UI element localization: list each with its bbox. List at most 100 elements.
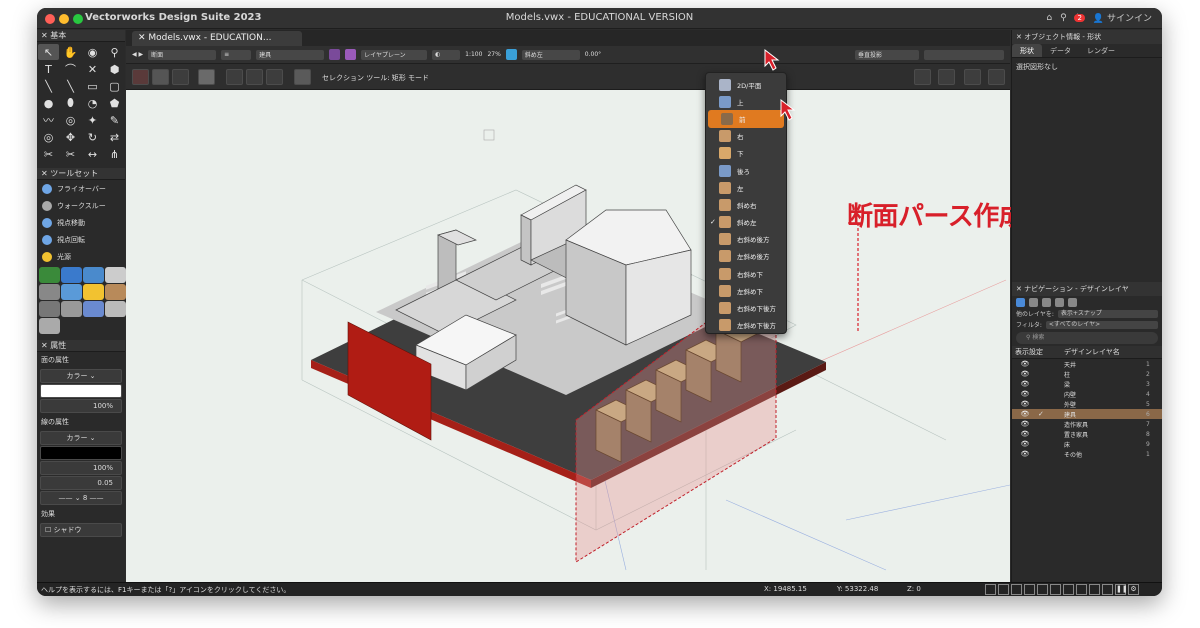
snap-3d-icon[interactable]	[1102, 584, 1113, 595]
mirror-tool-icon[interactable]: ⇄	[104, 129, 125, 145]
cabinet-icon[interactable]	[105, 284, 126, 300]
circle-tool-icon[interactable]: ●	[38, 95, 59, 111]
rounded-rect-tool-icon[interactable]: ▢	[104, 78, 125, 94]
selection-tool-icon[interactable]: ↖	[38, 44, 59, 60]
connect-tool-icon[interactable]: ✕	[82, 61, 103, 77]
render-select[interactable]	[924, 49, 1004, 60]
layer-row[interactable]: 👁 造作家具 7	[1012, 419, 1162, 429]
fill-color-swatch[interactable]	[40, 384, 122, 398]
view-select[interactable]: 斜め左	[521, 49, 580, 60]
snap-edge-icon[interactable]	[1063, 584, 1074, 595]
snap-intersection-icon[interactable]	[1024, 584, 1035, 595]
oval-tool-icon[interactable]: ⬮	[60, 95, 81, 111]
snap-object-icon[interactable]	[998, 584, 1009, 595]
dimension-tool-icon[interactable]: ↔	[82, 146, 103, 162]
box-icon[interactable]	[105, 301, 126, 317]
menu-item-iso-right[interactable]: 斜め右	[706, 196, 786, 213]
layer-row[interactable]: 👁 内壁 4	[1012, 389, 1162, 399]
slab-icon[interactable]	[61, 301, 82, 317]
projection-select[interactable]: 垂直投影	[855, 49, 919, 60]
layer-row[interactable]: 👁 置き家具 8	[1012, 429, 1162, 439]
eye-icon[interactable]: 👁	[1012, 440, 1038, 448]
tab-shape[interactable]: 形状	[1012, 44, 1042, 57]
wand-tool-icon[interactable]: ✦	[82, 112, 103, 128]
class-list-button[interactable]: ≡	[221, 49, 252, 60]
stair-icon[interactable]	[39, 301, 60, 317]
toolset-view-move[interactable]: 視点移動	[37, 214, 125, 231]
door-icon[interactable]	[61, 284, 82, 300]
line-style-select[interactable]: —— ⌄ 8 ——	[40, 491, 122, 505]
nav-back-icon[interactable]: ◀ ▶	[132, 51, 143, 58]
line-opacity[interactable]: 100%	[40, 461, 122, 475]
selection-settings-icon[interactable]	[294, 69, 311, 85]
water-icon[interactable]	[61, 267, 82, 283]
menu-item-bottom[interactable]: 下	[706, 145, 786, 162]
eye-icon[interactable]: 👁	[1012, 370, 1038, 378]
snap-tangent-icon[interactable]	[1076, 584, 1087, 595]
col-display-header[interactable]: 表示設定	[1012, 347, 1052, 357]
pause-icon[interactable]: ❚❚	[1115, 584, 1128, 595]
eye-icon[interactable]: 👁	[1012, 450, 1038, 458]
menu-item-front[interactable]: 前	[708, 110, 784, 128]
fill-opacity[interactable]: 100%	[40, 399, 122, 413]
arc-tool-icon[interactable]: ◔	[82, 95, 103, 111]
menu-item-iso-left[interactable]: ✓ 斜め左	[706, 214, 786, 231]
target-tool-icon[interactable]: ◎	[38, 129, 59, 145]
snap-angle-icon[interactable]	[1011, 584, 1022, 595]
layer-row[interactable]: 👁 天井 1	[1012, 359, 1162, 369]
line-color-swatch[interactable]	[40, 446, 122, 460]
trim-tool-icon[interactable]: ✂	[38, 146, 59, 162]
home-icon[interactable]: ⌂	[1046, 13, 1052, 23]
spiral-tool-icon[interactable]: ◎	[60, 112, 81, 128]
furniture-icon[interactable]	[105, 267, 126, 283]
tab-render[interactable]: レンダー	[1079, 44, 1123, 57]
layer-row[interactable]: 👁 梁 3	[1012, 379, 1162, 389]
rect-mode-icon[interactable]	[198, 69, 215, 85]
snap-grid-icon[interactable]	[985, 584, 996, 595]
tool-mode-2-icon[interactable]	[152, 69, 169, 85]
menu-item-iso-left-back[interactable]: 左斜め後方	[706, 248, 786, 265]
line-tool-icon[interactable]: ╲	[38, 78, 59, 94]
tools-icon[interactable]	[83, 301, 104, 317]
scale-readout[interactable]: 1:100	[465, 51, 482, 58]
eye-icon[interactable]: 👁	[1012, 400, 1038, 408]
polygon-tool-icon[interactable]: ⬟	[104, 95, 125, 111]
layer2-icon[interactable]	[345, 49, 357, 60]
layer-row[interactable]: 👁 床 9	[1012, 439, 1162, 449]
other-layers-select[interactable]: 表示+スナップ	[1057, 309, 1158, 318]
gear-icon[interactable]: ⚙	[1128, 584, 1139, 595]
toolset-flyover[interactable]: フライオーバー	[37, 180, 125, 197]
eye-icon[interactable]: 👁	[1012, 380, 1038, 388]
view-3d-icon[interactable]	[505, 49, 517, 60]
nav-sheets-icon[interactable]	[1042, 298, 1051, 307]
gear-icon[interactable]	[39, 318, 60, 334]
menu-item-right[interactable]: 右	[706, 128, 786, 145]
split-tool-icon[interactable]: ⋔	[104, 146, 125, 162]
landscape-icon[interactable]	[39, 267, 60, 283]
display-icon[interactable]	[988, 69, 1005, 85]
wall-icon[interactable]	[39, 284, 60, 300]
settings-icon[interactable]	[938, 69, 955, 85]
render-icon[interactable]	[964, 69, 981, 85]
layer-select[interactable]: レイヤプレーン	[361, 49, 428, 60]
move-tool-icon[interactable]: ✥	[60, 129, 81, 145]
signin-button[interactable]: 👤 サインイン	[1093, 11, 1152, 24]
angle-readout[interactable]: 0.00°	[585, 51, 601, 58]
toolset-light[interactable]: 光源	[37, 248, 125, 265]
nav-refs-icon[interactable]	[1068, 298, 1077, 307]
double-line-tool-icon[interactable]: ╲	[60, 78, 81, 94]
search-icon[interactable]: ⚲	[1060, 13, 1067, 23]
snap-point-icon[interactable]	[1050, 584, 1061, 595]
menu-item-iso-right-back[interactable]: 右斜め後方	[706, 231, 786, 248]
filter-select[interactable]: <すべてのレイヤ>	[1045, 320, 1158, 329]
eyedropper-tool-icon[interactable]: ✎	[104, 112, 125, 128]
eye-icon[interactable]: 👁	[1012, 390, 1038, 398]
zoom-tool-icon[interactable]: ⚲	[104, 44, 125, 60]
document-tab[interactable]: ✕ Models.vwx - EDUCATION...	[132, 31, 302, 46]
menu-item-back[interactable]: 後ろ	[706, 162, 786, 179]
menu-item-left[interactable]: 左	[706, 179, 786, 196]
polyline-tool-icon[interactable]: ⌒	[60, 61, 81, 77]
class-select[interactable]: 断面	[148, 49, 217, 60]
menu-item-top[interactable]: 上	[706, 93, 786, 110]
shadow-toggle[interactable]: ☐ シャドウ	[40, 523, 122, 537]
